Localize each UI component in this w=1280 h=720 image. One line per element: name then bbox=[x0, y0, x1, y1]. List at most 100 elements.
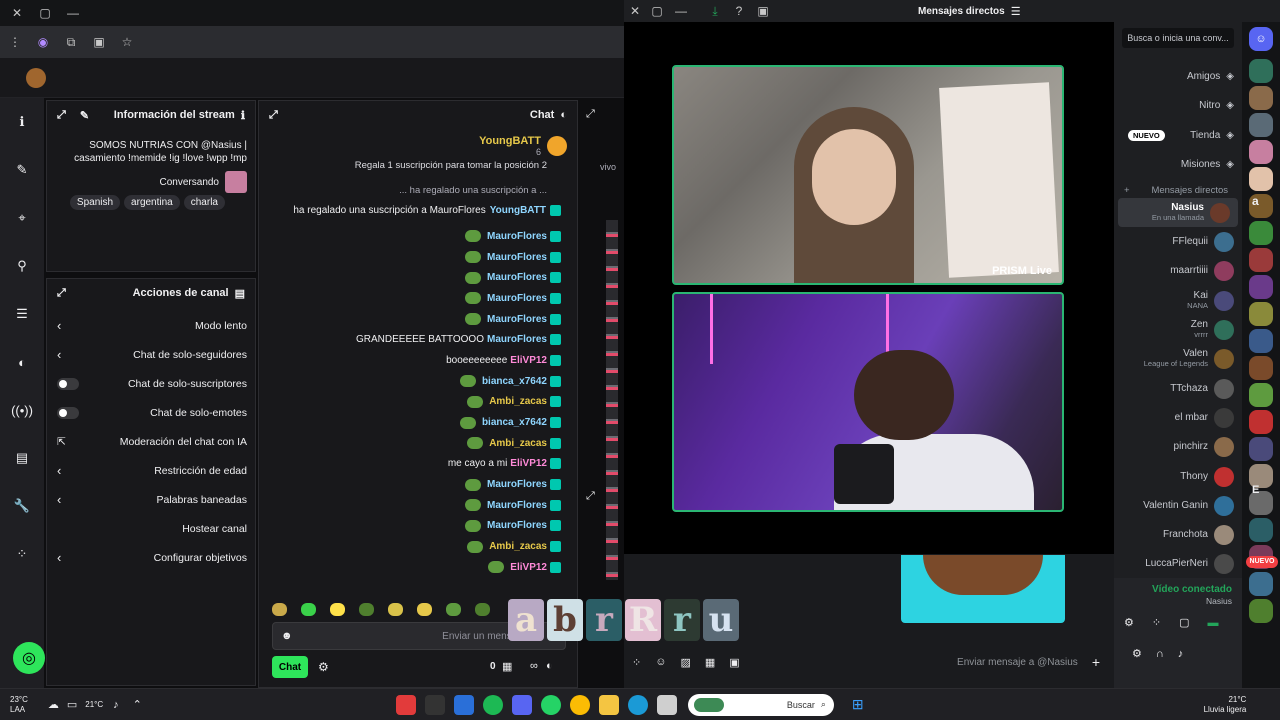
video-tile-remote[interactable] bbox=[672, 292, 1064, 512]
server-icon[interactable] bbox=[1249, 599, 1273, 623]
server-icon[interactable] bbox=[1249, 275, 1273, 299]
dm-item[interactable]: FFlequii bbox=[1114, 227, 1242, 256]
channel-action-row[interactable]: ‹ Chat de solo-seguidores bbox=[47, 340, 255, 369]
dm-item[interactable]: LuccaPierNeri bbox=[1114, 550, 1242, 579]
add-attachment-icon[interactable]: + bbox=[1092, 654, 1100, 670]
chat-message[interactable]: MauroFlores bbox=[259, 226, 577, 247]
app-icon[interactable] bbox=[657, 694, 678, 715]
dm-item[interactable]: el mbar bbox=[1114, 403, 1242, 432]
windows-start-icon[interactable]: ⊞ bbox=[852, 696, 864, 713]
microphone-icon[interactable]: ♪ bbox=[113, 699, 119, 711]
dm-item[interactable]: Nasius En una llamada bbox=[1118, 198, 1238, 228]
toggle-switch[interactable] bbox=[57, 377, 79, 390]
bookmark-icon[interactable]: ▣ bbox=[90, 33, 108, 51]
emoji-icon[interactable]: ☻ bbox=[281, 630, 293, 642]
chat-username[interactable]: MauroFlores bbox=[487, 314, 547, 325]
download-icon[interactable]: ⤓ bbox=[706, 2, 724, 20]
chat-icon[interactable]: ◐ bbox=[546, 660, 553, 672]
dm-item[interactable]: Valentin Ganin bbox=[1114, 491, 1242, 520]
minimize-icon[interactable]: — bbox=[64, 4, 82, 22]
wrench-icon[interactable]: 🔧 bbox=[9, 493, 35, 519]
chat-bubble-icon[interactable]: ◐ bbox=[9, 349, 35, 375]
chat-message[interactable]: Ambi_zacas bbox=[259, 536, 577, 557]
chevron-left-icon[interactable]: ‹ bbox=[57, 550, 61, 565]
chevron-left-icon[interactable]: ‹ bbox=[57, 318, 61, 333]
chevron-left-icon[interactable]: ‹ bbox=[57, 347, 61, 362]
file-explorer-icon[interactable] bbox=[599, 694, 620, 715]
add-dm-icon[interactable]: + bbox=[1124, 185, 1130, 196]
chat-message[interactable]: MauroFlores bbox=[259, 288, 577, 309]
dm-item[interactable]: maarrtiiii bbox=[1114, 257, 1242, 286]
message-input[interactable]: Enviar mensaje a @Nasius bbox=[754, 657, 1078, 668]
screen-share-icon[interactable]: ▢ bbox=[1179, 616, 1189, 629]
pinned-hype[interactable]: YoungBATT 6 bbox=[259, 129, 577, 157]
server-letter[interactable]: E bbox=[1252, 484, 1259, 496]
channel-action-row[interactable]: ‹ Restricción de edad bbox=[47, 456, 255, 485]
chat-message[interactable]: bianca_x7642 bbox=[259, 371, 577, 392]
emote-icon[interactable] bbox=[272, 602, 287, 616]
taskbar-search[interactable]: Buscar ⌕ bbox=[687, 693, 834, 716]
tag-item[interactable]: Spanish bbox=[69, 195, 121, 210]
menu-icon[interactable]: ⋮ bbox=[6, 33, 24, 51]
emote-icon[interactable] bbox=[330, 602, 345, 616]
noise-suppression-icon[interactable]: ⚙ bbox=[1124, 616, 1134, 629]
chat-message[interactable]: MauroFlores bbox=[259, 267, 577, 288]
channel-action-row[interactable]: Hostear canal bbox=[47, 514, 255, 543]
chat-username[interactable]: MauroFlores bbox=[487, 479, 547, 490]
secondary-widget[interactable]: 21°C bbox=[85, 700, 103, 710]
video-tile-self[interactable]: PRISM Live bbox=[672, 65, 1064, 285]
points-icon[interactable]: ▦ bbox=[502, 660, 512, 673]
apps-icon[interactable]: ⁘ bbox=[9, 541, 35, 567]
chat-message[interactable]: me cayo a mi EliVP12 bbox=[259, 454, 577, 475]
emote-icon[interactable] bbox=[475, 602, 490, 616]
popout-icon[interactable]: ⤢ bbox=[269, 109, 278, 122]
settings-icon[interactable]: ⚙ bbox=[318, 660, 329, 674]
emoji-icon[interactable]: ☺ bbox=[655, 656, 666, 668]
voice-status[interactable]: Vídeo conectado bbox=[1114, 578, 1242, 595]
popout-icon[interactable]: ⤢ bbox=[586, 108, 595, 121]
server-icon[interactable] bbox=[1249, 572, 1273, 596]
channel-points[interactable]: 0 bbox=[490, 661, 496, 672]
dm-item[interactable]: pinchirz bbox=[1114, 433, 1242, 462]
server-icon[interactable] bbox=[1249, 518, 1273, 542]
chat-username[interactable]: MauroFlores bbox=[487, 334, 547, 345]
chat-username[interactable]: MauroFlores bbox=[487, 293, 547, 304]
server-icon[interactable] bbox=[1249, 410, 1273, 434]
link-icon[interactable]: ∞ bbox=[530, 660, 538, 672]
chat-message[interactable]: booeeeeeeee EliVP12 bbox=[259, 350, 577, 371]
chat-send-button[interactable]: Chat bbox=[272, 656, 308, 678]
whatsapp-icon[interactable] bbox=[541, 694, 562, 715]
chat-username[interactable]: MauroFlores bbox=[487, 520, 547, 531]
dm-nav-item[interactable]: Nitro ◈ bbox=[1114, 91, 1242, 120]
info-icon[interactable]: ℹ bbox=[9, 109, 35, 135]
chevron-left-icon[interactable]: ‹ bbox=[57, 463, 61, 478]
chat-username[interactable]: Ambi_zacas bbox=[489, 438, 547, 449]
inbox-icon[interactable]: ▣ bbox=[754, 2, 772, 20]
apps-icon[interactable]: ⁘ bbox=[1152, 616, 1161, 629]
chat-username[interactable]: EliVP12 bbox=[510, 355, 547, 366]
chat-message[interactable]: bianca_x7642 bbox=[259, 412, 577, 433]
pin-icon[interactable]: ⚲ bbox=[9, 253, 35, 279]
channel-action-row[interactable]: Chat de solo-suscriptores bbox=[47, 369, 255, 398]
dm-nav-item[interactable]: NUEVO Tienda ◈ bbox=[1114, 121, 1242, 150]
channel-action-row[interactable]: ‹ Configurar objetivos bbox=[47, 543, 255, 572]
help-chat-icon[interactable]: ◎ bbox=[13, 642, 45, 674]
camera-icon[interactable]: ▬ bbox=[1208, 617, 1219, 629]
dm-item[interactable]: Valen League of Legends bbox=[1114, 345, 1242, 374]
edge-icon[interactable] bbox=[628, 694, 649, 715]
server-icon[interactable] bbox=[1249, 356, 1273, 380]
emote-icon[interactable] bbox=[359, 602, 374, 616]
discord-home-icon[interactable]: ☺ bbox=[1249, 27, 1273, 51]
chat-username[interactable]: MauroFlores bbox=[487, 500, 547, 511]
external-link-icon[interactable]: ⇱ bbox=[57, 436, 66, 448]
chrome-icon[interactable] bbox=[570, 694, 591, 715]
dm-nav-item[interactable]: Amigos ◈ bbox=[1114, 62, 1242, 91]
chat-message[interactable]: Ambi_zacas bbox=[259, 392, 577, 413]
tag-item[interactable]: argentina bbox=[124, 195, 180, 210]
emote-icon[interactable] bbox=[301, 602, 316, 616]
layout-icon[interactable]: ▤ bbox=[9, 445, 35, 471]
weather-widget[interactable]: 23°C LAA bbox=[10, 695, 28, 715]
maximize-icon[interactable]: ▢ bbox=[648, 2, 666, 20]
pen-icon[interactable]: ✎ bbox=[9, 157, 35, 183]
chevron-left-icon[interactable]: ‹ bbox=[57, 492, 61, 507]
